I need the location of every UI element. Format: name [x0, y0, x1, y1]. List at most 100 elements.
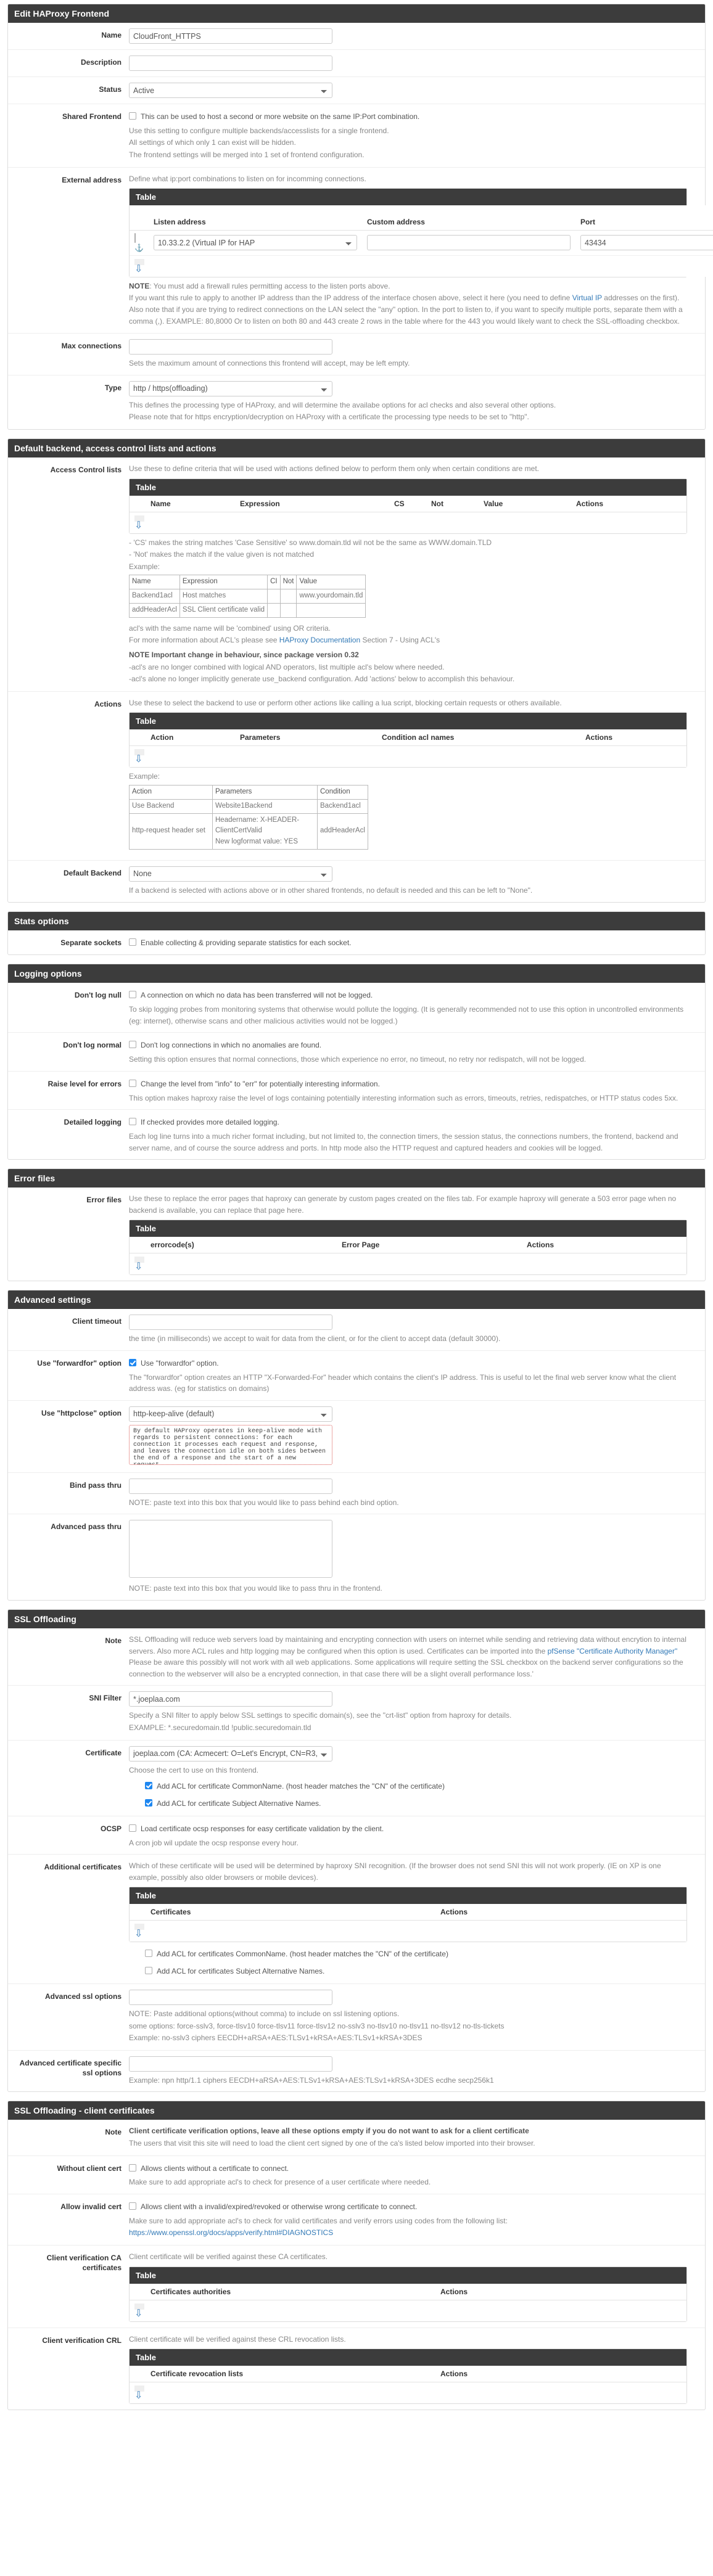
- httpclose-select[interactable]: http-keep-alive (default): [129, 1406, 332, 1422]
- acl-help: Use these to define criteria that will b…: [129, 464, 540, 473]
- cert-cn-acl-checkbox-line[interactable]: Add ACL for certificate CommonName. (hos…: [145, 1781, 700, 1792]
- add-row-cell[interactable]: ⇩: [130, 1920, 686, 1942]
- addcert-cn-acl-checkbox[interactable]: [145, 1950, 152, 1958]
- add-row-icon[interactable]: ⇩: [134, 2390, 142, 2401]
- row-without-client-cert: Without client cert Allows clients witho…: [8, 2156, 705, 2194]
- raise-level-checkbox[interactable]: [129, 1079, 136, 1087]
- name-input[interactable]: [129, 28, 332, 44]
- ex-cell: Backend1acl: [129, 589, 180, 604]
- shared-frontend-checkbox-line[interactable]: This can be used to host a second or mor…: [129, 111, 700, 122]
- sni-filter-input[interactable]: [129, 1691, 332, 1707]
- row-raise-level-errors: Raise level for errors Change the level …: [8, 1072, 705, 1110]
- custom-address-cell: [361, 230, 575, 256]
- type-help-1: This defines the processing type of HAPr…: [129, 400, 556, 409]
- bind-pass-thru-input[interactable]: [129, 1478, 332, 1494]
- example-row: http-request header set Headername: X-HE…: [129, 813, 368, 850]
- detailed-logging-checkbox-line[interactable]: If checked provides more detailed loggin…: [129, 1117, 700, 1128]
- add-row-icon[interactable]: ⇩: [134, 264, 142, 274]
- forwardfor-checkbox-line[interactable]: Use "forwardfor" option.: [129, 1358, 700, 1369]
- without-client-cert-checkbox[interactable]: [129, 2164, 136, 2172]
- row-sni-filter: SNI Filter Specify a SNI filter to apply…: [8, 1686, 705, 1741]
- add-row-cell[interactable]: ⇩: [130, 512, 686, 533]
- ocsp-label: OCSP: [100, 1824, 122, 1833]
- add-row-icon[interactable]: ⇩: [134, 1929, 142, 1939]
- advanced-cert-ssl-options-label: Advanced certificate specific ssl option…: [19, 2058, 122, 2077]
- anchor-icon[interactable]: ⚓: [134, 244, 144, 252]
- add-row-cell[interactable]: ⇩: [130, 1253, 686, 1275]
- ex-col-not: Not: [279, 575, 297, 590]
- add-row-cell[interactable]: ⇩: [130, 2300, 686, 2321]
- row-bind-pass-thru: Bind pass thru NOTE: paste text into thi…: [8, 1473, 705, 1515]
- cert-san-acl-checkbox[interactable]: [145, 1799, 152, 1807]
- allow-invalid-cert-checkbox-line[interactable]: Allows client with a invalid/expired/rev…: [129, 2201, 700, 2212]
- without-client-cert-checkbox-line[interactable]: Allows clients without a certificate to …: [129, 2163, 700, 2174]
- cert-cn-acl-checkbox[interactable]: [145, 1782, 152, 1790]
- col-actions: Actions: [522, 1237, 686, 1254]
- detailed-logging-checkbox[interactable]: [129, 1118, 136, 1126]
- add-row-icon[interactable]: ⇩: [134, 2308, 142, 2319]
- ex-col-name: Name: [129, 575, 180, 590]
- add-row-icon[interactable]: ⇩: [134, 1261, 142, 1272]
- actions-example: Example: Action Parameters Condition Use…: [129, 771, 687, 850]
- client-timeout-input[interactable]: [129, 1315, 332, 1331]
- shared-frontend-label: Shared Frontend: [62, 112, 122, 121]
- add-row-cell[interactable]: ⇩: [130, 2382, 686, 2404]
- listen-address-select[interactable]: 10.33.2.2 (Virtual IP for HAP: [153, 235, 357, 251]
- certificate-select[interactable]: joeplaa.com (CA: Acmecert: O=Let's Encry…: [129, 1745, 332, 1762]
- col-acl-cs: CS: [389, 495, 426, 512]
- virtual-ip-link[interactable]: Virtual IP: [572, 293, 602, 302]
- shared-frontend-checkbox[interactable]: [129, 112, 136, 120]
- addcert-san-acl-checkbox-line[interactable]: Add ACL for certificates Subject Alterna…: [145, 1966, 700, 1977]
- add-row-cell[interactable]: ⇩: [130, 745, 686, 768]
- openssl-verify-link[interactable]: https://www.openssl.org/docs/apps/verify…: [129, 2228, 333, 2237]
- forwardfor-checkbox[interactable]: [129, 1358, 136, 1366]
- addcert-cn-acl-checkbox-line[interactable]: Add ACL for certificates CommonName. (ho…: [145, 1948, 700, 1959]
- advanced-pass-thru-label: Advanced pass thru: [51, 1522, 122, 1532]
- cert-san-acl-text: Add ACL for certificate Subject Alternat…: [157, 1799, 321, 1808]
- add-row-icon[interactable]: ⇩: [134, 520, 142, 531]
- advanced-pass-thru-textarea[interactable]: [129, 1520, 332, 1578]
- advanced-ssl-options-input[interactable]: [129, 1989, 332, 2005]
- certificate-help: Choose the cert to use on this frontend.: [129, 1765, 259, 1774]
- dont-log-null-checkbox-line[interactable]: A connection on which no data has been t…: [129, 990, 700, 1001]
- separate-sockets-checkbox[interactable]: [129, 938, 136, 946]
- advanced-pass-thru-help: NOTE: paste text into this box that you …: [129, 1584, 382, 1593]
- bind-pass-thru-label: Bind pass thru: [69, 1480, 122, 1490]
- port-input[interactable]: [580, 235, 713, 251]
- cert-san-acl-checkbox-line[interactable]: Add ACL for certificate Subject Alternat…: [145, 1798, 700, 1809]
- description-label: Description: [80, 58, 122, 67]
- default-backend-select[interactable]: None: [129, 866, 332, 882]
- client-timeout-label: Client timeout: [72, 1317, 122, 1326]
- cert-authority-manager-link[interactable]: pfSense "Certificate Authority Manager": [548, 1647, 678, 1655]
- dont-log-normal-checkbox[interactable]: [129, 1041, 136, 1049]
- dont-log-null-checkbox[interactable]: [129, 991, 136, 999]
- allow-invalid-cert-help: Make sure to add appropriate acl's to ch…: [129, 2215, 687, 2239]
- description-input[interactable]: [129, 55, 332, 71]
- addcert-san-acl-checkbox[interactable]: [145, 1967, 152, 1975]
- max-connections-input[interactable]: [129, 339, 332, 355]
- custom-address-input[interactable]: [366, 235, 571, 251]
- type-select[interactable]: http / https(offloading): [129, 380, 332, 396]
- allow-invalid-cert-label: Allow invalid cert: [60, 2202, 122, 2211]
- col-acl-expression: Expression: [235, 495, 389, 512]
- dont-log-normal-checkbox-line[interactable]: Don't log connections in which no anomal…: [129, 1040, 700, 1051]
- add-row-icon[interactable]: ⇩: [134, 754, 142, 765]
- table-header-row: Name Expression CS Not Value Actions: [130, 495, 686, 512]
- acl-table: Table Name Expression CS Not Value Actio…: [129, 478, 687, 534]
- separate-sockets-checkbox-line[interactable]: Enable collecting & providing separate s…: [129, 937, 700, 948]
- ocsp-checkbox[interactable]: [129, 1824, 136, 1832]
- advanced-cert-ssl-options-input[interactable]: [129, 2056, 332, 2072]
- status-select[interactable]: Active: [129, 83, 332, 98]
- ex-col-parameters: Parameters: [212, 784, 318, 800]
- allow-invalid-cert-checkbox[interactable]: [129, 2202, 136, 2210]
- haproxy-doc-link[interactable]: HAProxy Documentation: [279, 636, 360, 644]
- ocsp-checkbox-line[interactable]: Load certificate ocsp responses for easy…: [129, 1823, 700, 1834]
- certificate-label: Certificate: [85, 1748, 122, 1757]
- row-max-connections: Max connections Sets the maximum amount …: [8, 334, 705, 375]
- example-header-row: Action Parameters Condition: [129, 784, 368, 800]
- table-header-row: Certificates Actions: [130, 1904, 686, 1921]
- add-row-cell[interactable]: ⇩: [130, 255, 713, 277]
- httpclose-description-textarea[interactable]: By default HAProxy operates in keep-aliv…: [129, 1424, 332, 1465]
- row-checkbox[interactable]: [134, 232, 136, 243]
- raise-level-checkbox-line[interactable]: Change the level from "info" to "err" fo…: [129, 1078, 700, 1089]
